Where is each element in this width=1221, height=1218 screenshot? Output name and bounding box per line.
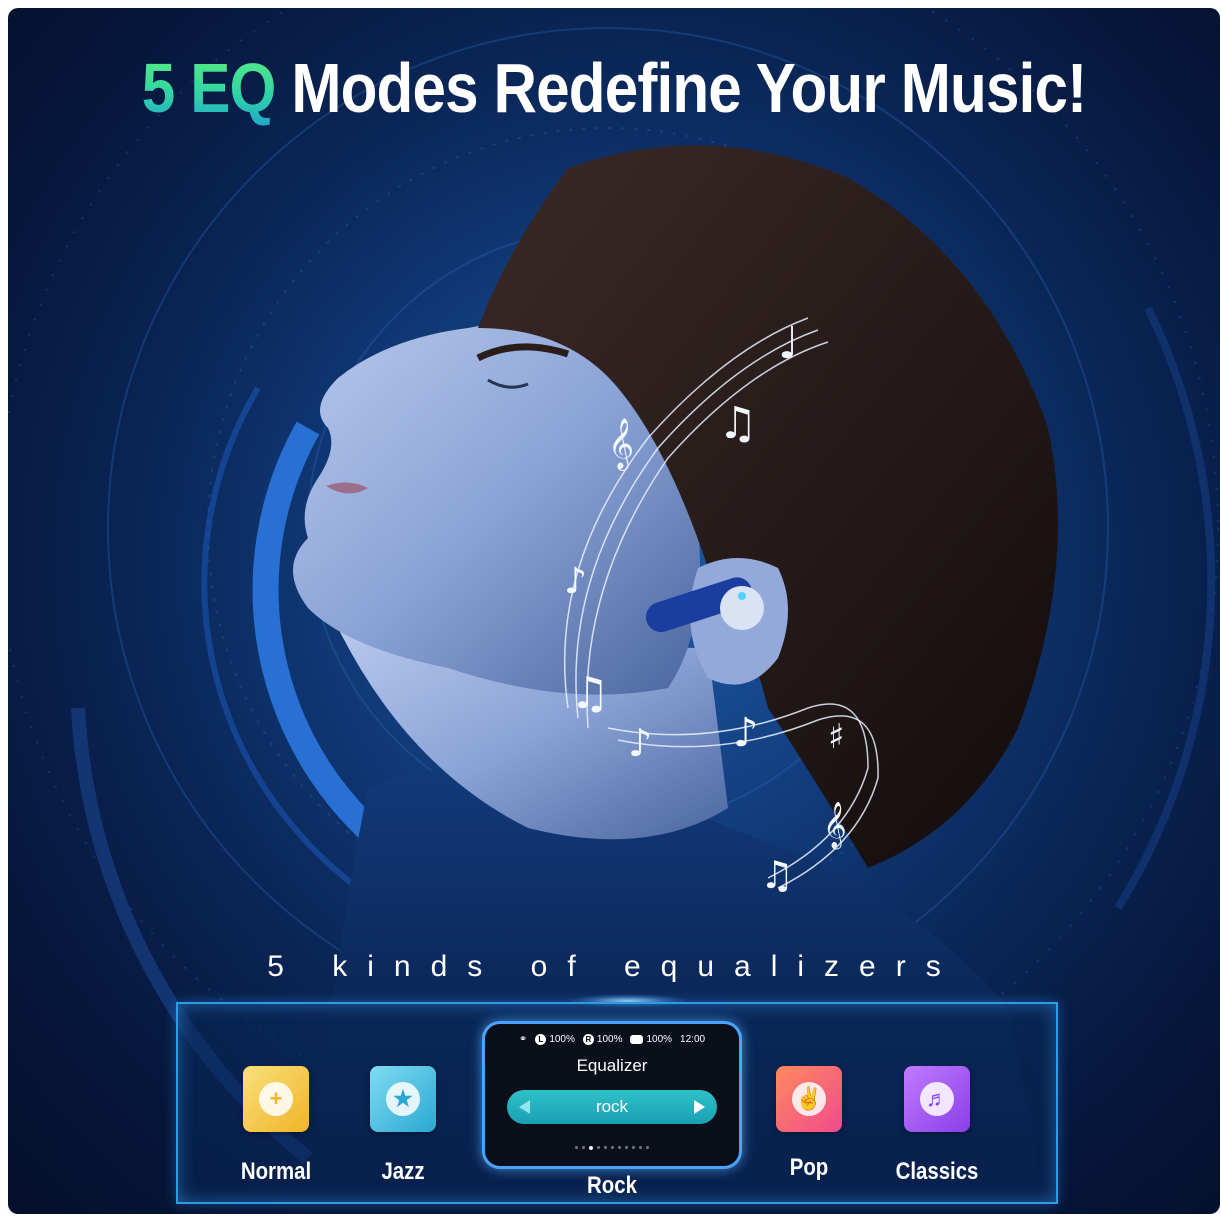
- link-icon: ⚭: [518, 1034, 528, 1045]
- case-battery-value: 100%: [646, 1034, 673, 1045]
- mode-label-pop: Pop: [789, 1154, 829, 1181]
- page-dot: [575, 1146, 578, 1149]
- eq-selected-value: rock: [595, 1097, 629, 1116]
- headline-text: Modes Redefine Your Music!: [291, 49, 1087, 127]
- case-battery: 100%: [630, 1034, 672, 1045]
- case-icon: [630, 1035, 644, 1044]
- svg-text:𝄞: 𝄞: [823, 802, 847, 850]
- page-dot: [589, 1145, 593, 1150]
- headline-highlight: 5 EQ: [141, 49, 277, 127]
- svg-text:♫: ♫: [718, 398, 757, 449]
- svg-text:♪: ♪: [733, 710, 759, 756]
- classics-tile: ♬: [904, 1066, 970, 1132]
- svg-text:♪: ♪: [628, 721, 652, 765]
- product-banner: 𝄞 ♫ ♩ ♪ ♫ ♪ ♪ ♯ 𝄞 ♫ 5 EQ Modes Redefine …: [8, 8, 1220, 1214]
- page-dot: [611, 1146, 614, 1149]
- clock: 12:00: [680, 1034, 706, 1045]
- mode-normal: + Normal: [216, 1066, 336, 1186]
- svg-text:♩: ♩: [778, 318, 799, 369]
- rock-hand-icon: ✌: [792, 1082, 826, 1116]
- star-icon: ★: [386, 1082, 420, 1116]
- eq-selector[interactable]: rock: [507, 1090, 717, 1124]
- next-arrow-icon[interactable]: [694, 1100, 705, 1114]
- mode-label-jazz: Jazz: [381, 1158, 425, 1185]
- mode-label-classics: Classics: [895, 1158, 979, 1185]
- svg-text:♯: ♯: [828, 717, 844, 757]
- left-battery-value: 100%: [549, 1034, 575, 1045]
- jazz-tile: ★: [370, 1066, 436, 1132]
- equalizer-title: Equalizer: [576, 1056, 648, 1075]
- page-dot: [632, 1146, 635, 1149]
- page-dot: [597, 1146, 600, 1149]
- page-dot: [646, 1146, 649, 1149]
- page-dot: [639, 1146, 642, 1149]
- guitar-icon: ♬: [920, 1082, 954, 1116]
- mode-label-rock: Rock: [587, 1172, 637, 1199]
- svg-text:♪: ♪: [564, 561, 587, 602]
- page-dot: [604, 1146, 607, 1149]
- page-dot: [625, 1146, 628, 1149]
- left-badge: L: [535, 1034, 547, 1045]
- status-bar: ⚭ L 100% R 100% 100% 12:00: [485, 1034, 739, 1045]
- page-dot: [582, 1146, 585, 1149]
- svg-text:𝄞: 𝄞: [608, 418, 634, 471]
- page-indicator: [485, 1145, 739, 1150]
- right-battery: R 100%: [582, 1034, 623, 1045]
- mode-pop: ✌ Pop: [749, 1066, 869, 1182]
- mode-jazz: ★ Jazz: [343, 1066, 463, 1186]
- subtitle: 5 kinds of equalizers: [267, 950, 961, 983]
- right-badge: R: [582, 1034, 594, 1045]
- device-screen: ⚭ L 100% R 100% 100% 12:00 Equalizer rock: [482, 1021, 742, 1169]
- svg-text:♫: ♫: [570, 668, 609, 719]
- mode-label-normal: Normal: [240, 1158, 312, 1185]
- pop-tile: ✌: [776, 1066, 842, 1132]
- normal-tile: +: [243, 1066, 309, 1132]
- plus-icon: +: [259, 1082, 293, 1116]
- headline: 5 EQ Modes Redefine Your Music!: [93, 48, 1135, 128]
- right-battery-value: 100%: [596, 1034, 623, 1045]
- left-battery: L 100%: [535, 1034, 575, 1045]
- svg-text:♫: ♫: [760, 853, 794, 897]
- page-dot: [618, 1146, 621, 1149]
- mode-classics: ♬ Classics: [877, 1066, 997, 1186]
